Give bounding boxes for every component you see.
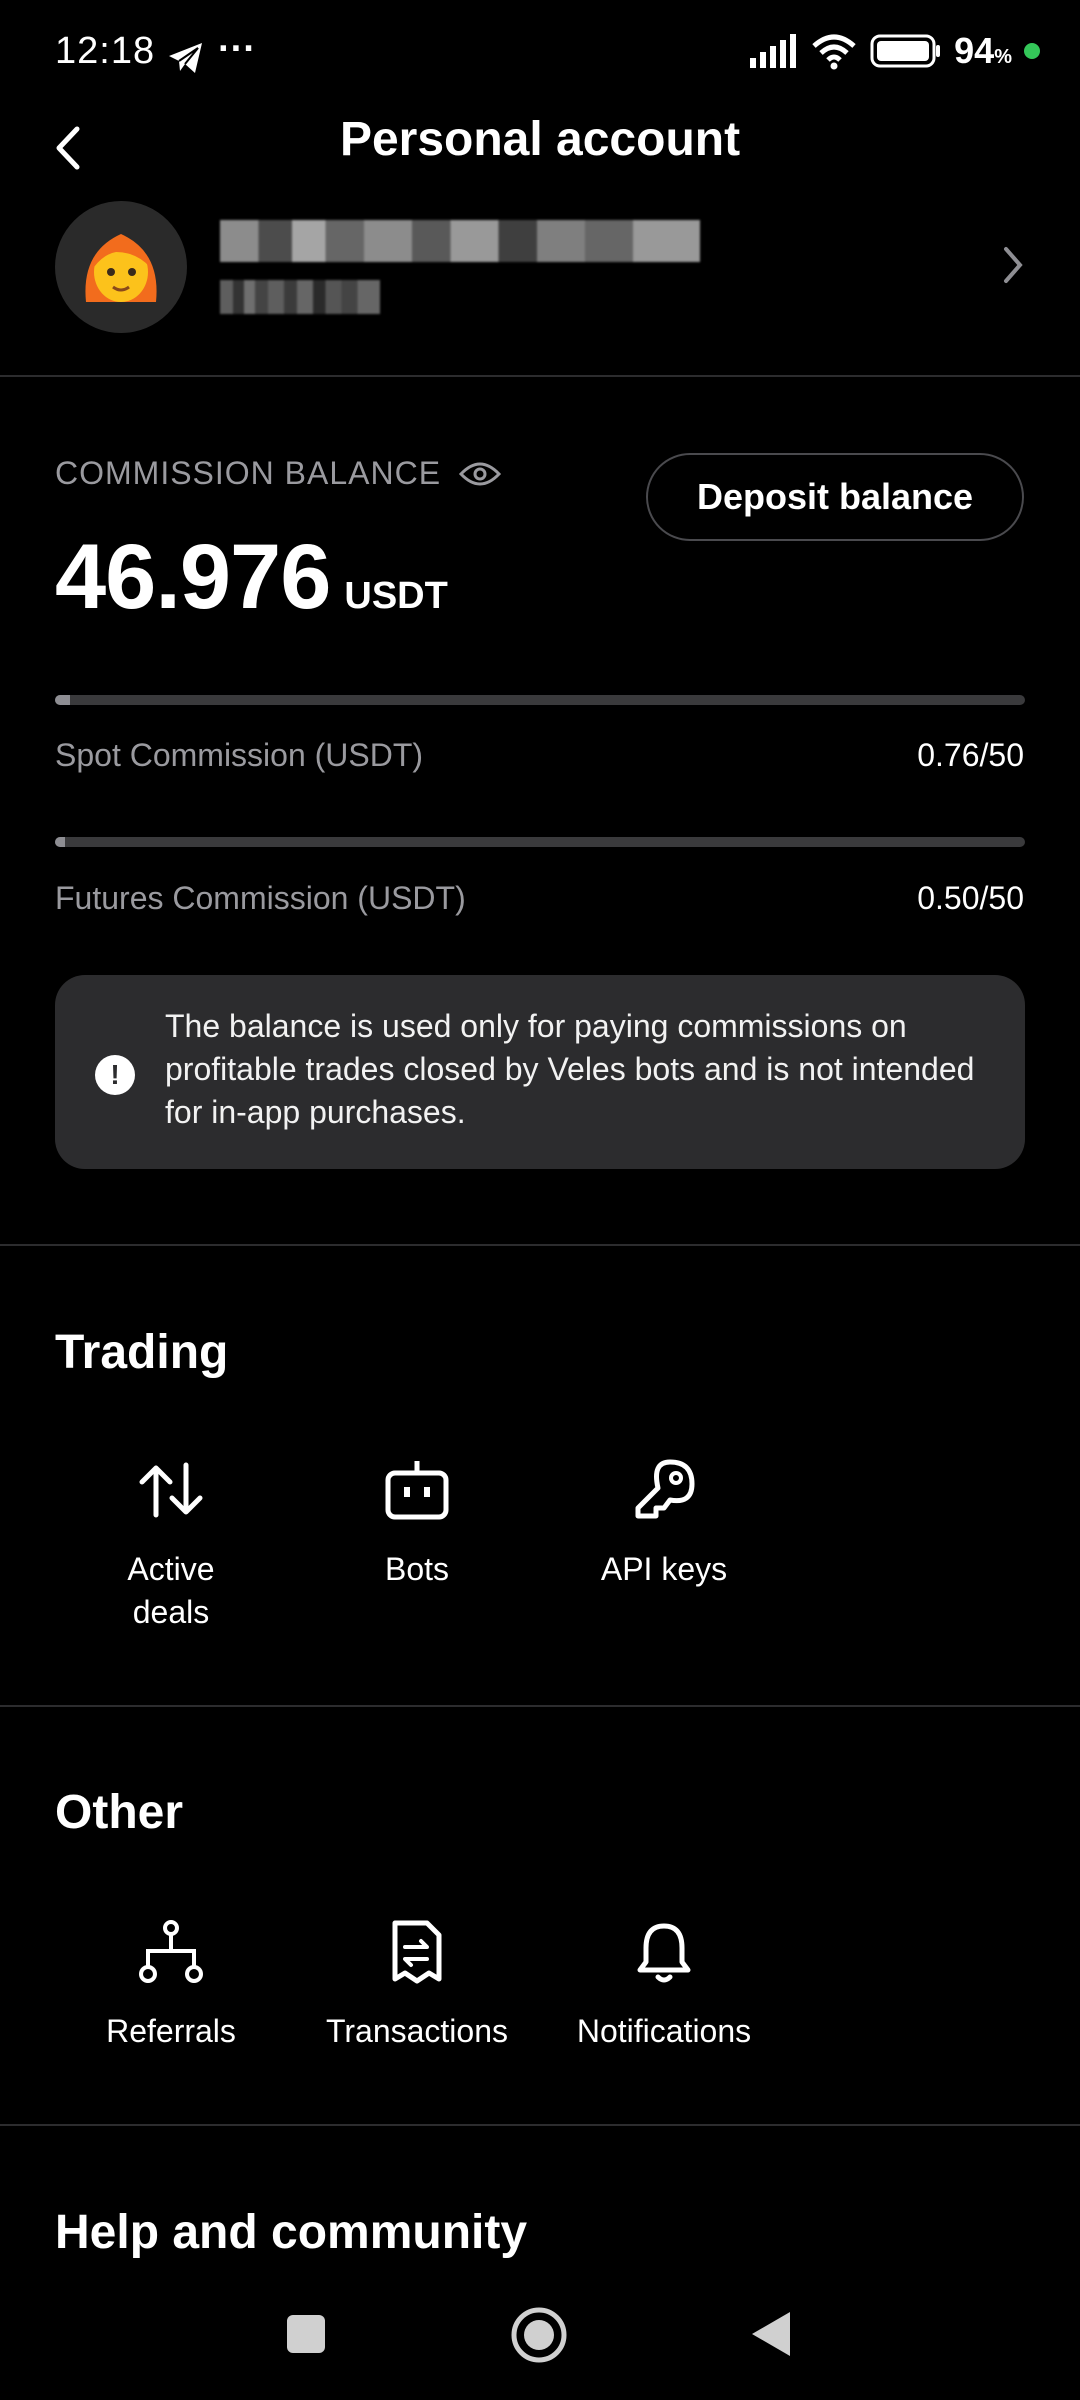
spot-commission-progress xyxy=(55,695,1025,705)
commission-balance-label: COMMISSION BALANCE xyxy=(55,455,502,492)
status-dot xyxy=(1024,43,1040,59)
divider xyxy=(0,1244,1080,1246)
api-keys-label: API keys xyxy=(600,1551,728,1587)
referrals-label: Referrals xyxy=(106,2013,236,2049)
help-section-title: Help and community xyxy=(55,2206,528,2259)
futures-commission-value: 0.50/50 xyxy=(917,880,1024,916)
bell-icon xyxy=(624,1912,704,1992)
status-indicators: 94% xyxy=(748,30,1040,72)
blurred-user-id xyxy=(220,280,380,314)
deposit-balance-button[interactable]: Deposit balance xyxy=(646,453,1024,541)
info-box: ! The balance is used only for paying co… xyxy=(55,975,1025,1169)
balance-value: 46.976 USDT xyxy=(55,525,448,630)
spot-commission-progress-fill xyxy=(55,695,70,705)
transactions-label: Transactions xyxy=(326,2013,508,2049)
recents-button[interactable] xyxy=(287,2315,325,2353)
spot-commission-label: Spot Commission (USDT) xyxy=(55,737,424,773)
receipt-icon xyxy=(377,1912,457,1992)
bots-tile[interactable]: Bots xyxy=(307,1450,527,1591)
other-section-title: Other xyxy=(55,1786,184,1839)
more-dots-icon: ··· xyxy=(218,28,256,70)
active-deals-tile[interactable]: Active deals xyxy=(61,1450,281,1634)
api-keys-tile[interactable]: API keys xyxy=(554,1450,774,1591)
page-title: Personal account xyxy=(339,113,741,166)
futures-commission-progress-fill xyxy=(55,837,65,847)
balance-amount: 46.976 xyxy=(55,526,331,628)
referrals-tile[interactable]: Referrals xyxy=(61,1912,281,2053)
trading-section-title: Trading xyxy=(55,1326,229,1379)
status-bar: 12:18 ··· 94% xyxy=(0,0,1080,110)
battery-percent: 94% xyxy=(954,30,1012,71)
signal-icon xyxy=(750,34,797,68)
system-nav-bar xyxy=(0,2270,1080,2400)
balance-currency: USDT xyxy=(344,575,448,617)
transactions-tile[interactable]: Transactions xyxy=(307,1912,527,2053)
exclamation-icon: ! xyxy=(95,1055,135,1095)
futures-commission-label: Futures Commission (USDT) xyxy=(55,880,466,916)
spot-commission-value: 0.76/50 xyxy=(917,737,1024,773)
battery-icon xyxy=(870,34,941,68)
divider xyxy=(0,2124,1080,2126)
avatar xyxy=(55,201,187,333)
notifications-tile[interactable]: Notifications xyxy=(554,1912,774,2053)
divider xyxy=(0,1705,1080,1707)
network-icon xyxy=(131,1912,211,1992)
info-text: The balance is used only for paying comm… xyxy=(165,1008,975,1130)
back-nav-button[interactable] xyxy=(750,2310,792,2358)
divider xyxy=(0,375,1080,377)
telegram-icon xyxy=(169,43,202,73)
robot-icon xyxy=(377,1450,457,1530)
arrows-up-down-icon xyxy=(131,1450,211,1530)
bots-label: Bots xyxy=(384,1551,450,1587)
key-icon xyxy=(624,1450,704,1530)
commission-balance-text: COMMISSION BALANCE xyxy=(55,455,442,491)
home-button[interactable] xyxy=(510,2306,568,2364)
profile-row[interactable] xyxy=(0,195,1080,345)
avatar-emoji-icon xyxy=(85,234,157,302)
eye-icon[interactable] xyxy=(459,460,502,488)
active-deals-label: Active deals xyxy=(127,1551,215,1630)
status-time: 12:18 xyxy=(55,30,156,72)
blurred-username xyxy=(220,220,700,262)
chevron-right-icon xyxy=(1004,247,1023,283)
notifications-label: Notifications xyxy=(576,2013,752,2049)
wifi-icon xyxy=(812,34,856,70)
futures-commission-progress xyxy=(55,837,1025,847)
